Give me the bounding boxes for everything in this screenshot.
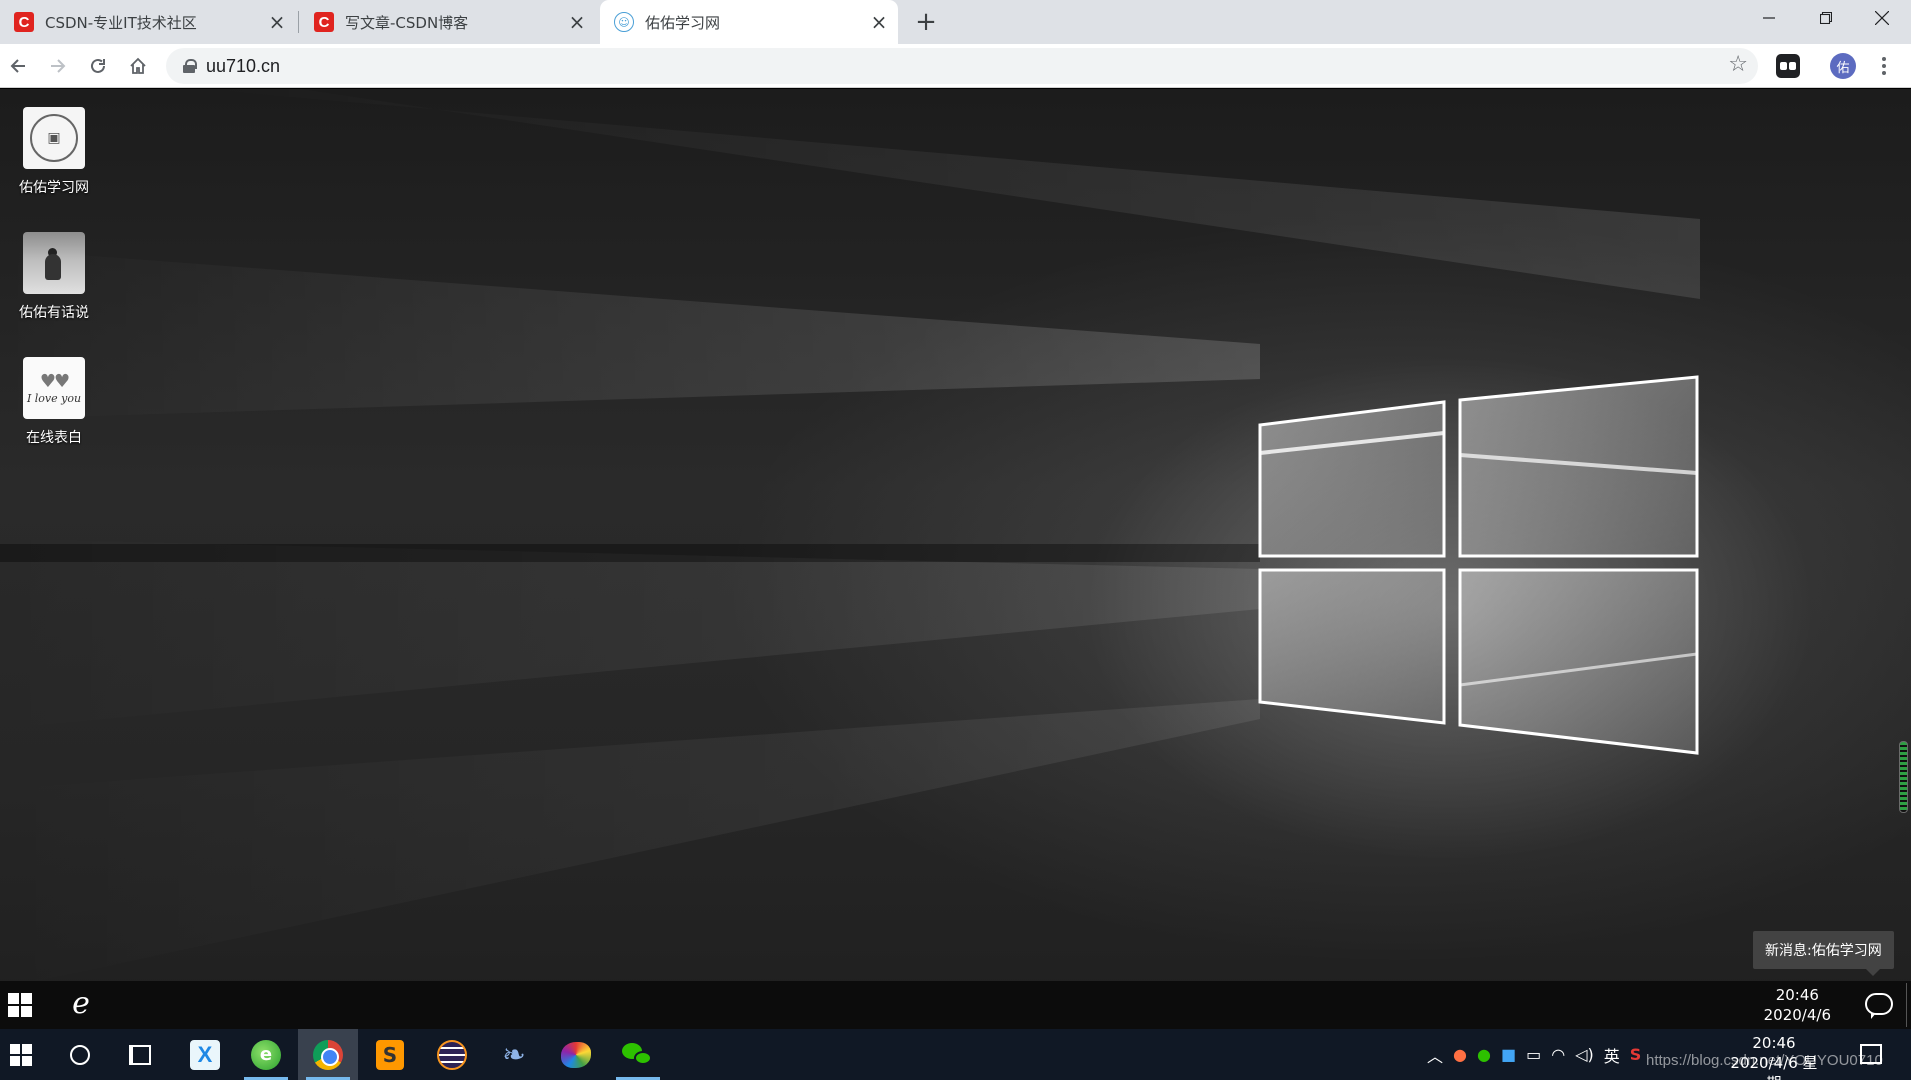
tab-csdn-write[interactable]: C 写文章-CSDN博客 × xyxy=(300,0,596,44)
divider xyxy=(1906,983,1907,1027)
wechat-icon xyxy=(622,1041,654,1069)
wallpaper xyxy=(0,89,1700,989)
home-button[interactable] xyxy=(122,50,154,82)
desktop-icon-youyou-says[interactable]: 佑佑有话说 xyxy=(10,232,98,322)
search-button[interactable] xyxy=(50,1029,110,1080)
windows-taskbar: X e S ❧ ︿ ● ● ■ ▭ ◠ ◁) 英 S 20:46 2020/4/… xyxy=(0,1029,1911,1080)
xmind-icon: X xyxy=(190,1039,220,1070)
address-bar[interactable]: uu710.cn ☆ xyxy=(166,48,1758,84)
minimize-button[interactable] xyxy=(1740,0,1798,36)
close-window-button[interactable] xyxy=(1853,0,1911,36)
windows-logo-icon xyxy=(10,1043,32,1066)
tab-csdn-home[interactable]: C CSDN-专业IT技术社区 × xyxy=(0,0,296,44)
watermark-text: https://blog.csdn.net/YOUYOU0710 xyxy=(1646,1052,1883,1069)
taskbar-app-dolphin[interactable]: ❧ xyxy=(484,1029,544,1080)
chat-bubble-icon[interactable] xyxy=(1865,993,1893,1019)
taskbar-app-xmind[interactable]: X xyxy=(175,1029,235,1080)
eclipse-icon xyxy=(437,1039,467,1070)
taskbar-app-wechat[interactable] xyxy=(608,1029,668,1080)
task-view-icon xyxy=(129,1044,151,1065)
profile-avatar[interactable]: 佑 xyxy=(1830,53,1856,79)
new-tab-button[interactable]: + xyxy=(910,6,942,38)
taskbar-app-paint[interactable] xyxy=(546,1029,606,1080)
photo-icon xyxy=(23,232,85,294)
restore-icon xyxy=(1820,12,1832,24)
task-view-button[interactable] xyxy=(110,1029,170,1080)
site-icon: ☺ xyxy=(614,12,634,32)
restore-button[interactable] xyxy=(1797,0,1855,36)
chevron-up-icon[interactable]: ︿ xyxy=(1427,1043,1443,1067)
arrow-right-icon xyxy=(51,59,66,73)
lock-icon xyxy=(182,59,197,73)
love-card-icon: ♥♥ I love you xyxy=(23,357,85,419)
taskbar-app-sublime[interactable]: S xyxy=(360,1029,420,1080)
extension-icon[interactable] xyxy=(1776,54,1800,78)
wifi-icon[interactable]: ◠ xyxy=(1551,1045,1565,1064)
browser-toolbar: uu710.cn ☆ 佑 xyxy=(0,44,1911,88)
desktop-icon-youyou-site[interactable]: ▣ 佑佑学习网 xyxy=(10,107,98,197)
close-icon[interactable]: × xyxy=(866,9,892,35)
desktop-icon-online-confession[interactable]: ♥♥ I love you 在线表白 xyxy=(10,357,98,447)
web-desktop: ▣ 佑佑学习网 佑佑有话说 ♥♥ I love you 在线表白 新消息:佑佑学习… xyxy=(0,89,1911,1080)
browser-menu-button[interactable] xyxy=(1870,52,1898,80)
csdn-icon: C xyxy=(14,12,34,32)
side-scroll-indicator[interactable] xyxy=(1899,741,1908,813)
tab-youyou[interactable]: ☺ 佑佑学习网 × xyxy=(600,0,898,44)
tab-strip: C CSDN-专业IT技术社区 × C 写文章-CSDN博客 × ☺ 佑佑学习网… xyxy=(0,0,1911,44)
volume-icon[interactable]: ◁) xyxy=(1575,1045,1594,1064)
tray-app-icon[interactable]: ■ xyxy=(1501,1045,1516,1064)
battery-icon[interactable]: ▭ xyxy=(1526,1045,1541,1064)
address-url: uu710.cn xyxy=(206,55,281,76)
sogou-ime-icon[interactable]: S xyxy=(1630,1045,1642,1064)
back-button[interactable] xyxy=(2,50,34,82)
desktop-icon-label: 在线表白 xyxy=(26,430,82,446)
csdn-icon: C xyxy=(314,12,334,32)
web-taskbar-time: 20:46 xyxy=(1775,986,1819,1004)
desktop-icon-label: 佑佑有话说 xyxy=(19,305,89,321)
tab-title: 写文章-CSDN博客 xyxy=(345,13,469,32)
web-taskbar: e 20:46 2020/4/6 xyxy=(0,981,1911,1029)
taskbar-app-eclipse[interactable] xyxy=(422,1029,482,1080)
close-icon[interactable]: × xyxy=(564,9,590,35)
web-taskbar-clock: 20:46 2020/4/6 xyxy=(1764,985,1831,1025)
wechat-tray-icon[interactable]: ● xyxy=(1477,1045,1491,1064)
taskbar-time: 20:46 xyxy=(1752,1034,1796,1052)
close-icon xyxy=(1875,11,1889,25)
360-browser-icon: e xyxy=(251,1039,281,1070)
minimize-icon xyxy=(1763,17,1775,19)
forward-button[interactable] xyxy=(42,50,74,82)
taskbar-app-360-browser[interactable]: e xyxy=(236,1029,296,1080)
taskbar-app-chrome[interactable] xyxy=(298,1029,358,1080)
paint-palette-icon xyxy=(561,1041,591,1068)
sublime-text-icon: S xyxy=(376,1039,404,1070)
dolphin-icon: ❧ xyxy=(502,1038,526,1071)
system-tray: ︿ ● ● ■ ▭ ◠ ◁) 英 S xyxy=(1422,1029,1646,1080)
arrow-left-icon xyxy=(10,59,25,73)
chrome-icon xyxy=(313,1039,343,1070)
home-icon xyxy=(130,57,146,74)
tab-title: 佑佑学习网 xyxy=(645,13,721,32)
ime-indicator[interactable]: 英 xyxy=(1604,1043,1620,1067)
site-logo-icon: ▣ xyxy=(23,107,85,169)
tab-divider xyxy=(298,11,299,33)
cortana-icon xyxy=(70,1044,90,1065)
close-icon[interactable]: × xyxy=(264,9,290,35)
start-button[interactable] xyxy=(0,1029,42,1080)
tray-app-icon[interactable]: ● xyxy=(1453,1045,1467,1064)
bookmark-star-icon[interactable]: ☆ xyxy=(1728,52,1748,77)
tab-title: CSDN-专业IT技术社区 xyxy=(45,13,197,32)
windows-start-icon[interactable] xyxy=(8,993,32,1017)
reload-icon xyxy=(91,58,105,73)
desktop-icon-label: 佑佑学习网 xyxy=(19,180,89,196)
notification-toast[interactable]: 新消息:佑佑学习网 xyxy=(1753,931,1894,976)
reload-button[interactable] xyxy=(82,50,114,82)
web-taskbar-date: 2020/4/6 xyxy=(1763,1006,1831,1024)
ie-browser-icon[interactable]: e xyxy=(66,989,96,1019)
